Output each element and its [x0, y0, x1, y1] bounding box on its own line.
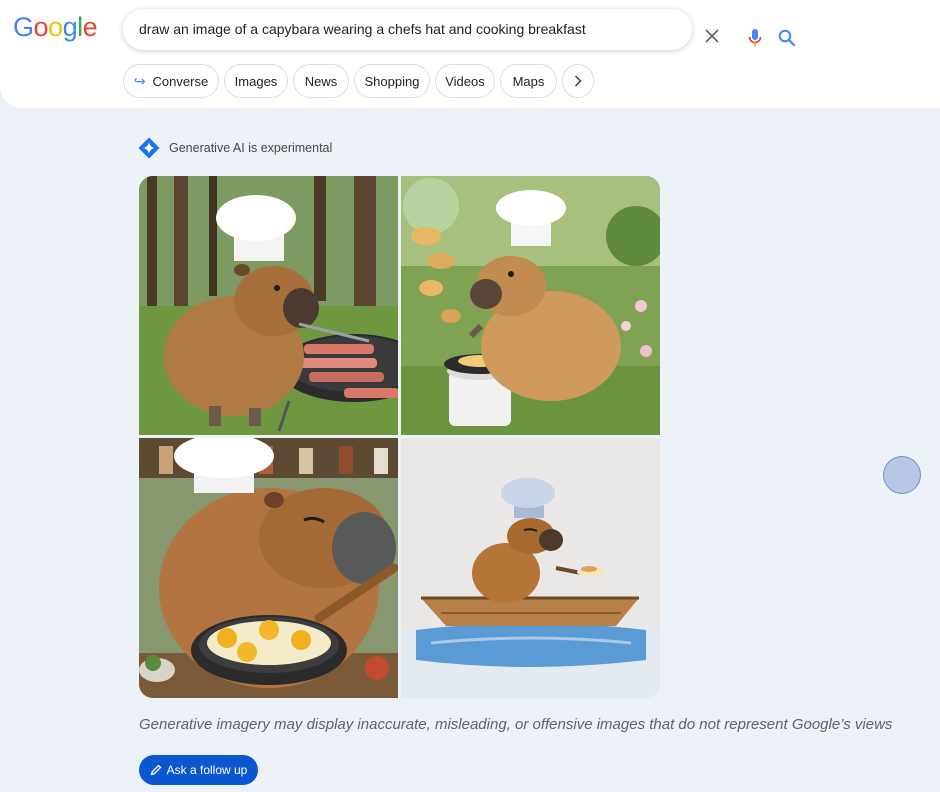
chip-converse[interactable]: ↪ Converse: [123, 64, 219, 98]
chip-videos[interactable]: Videos: [435, 64, 495, 98]
touch-cursor-indicator: [883, 456, 921, 494]
generative-ai-disclaimer: Generative imagery may display inaccurat…: [139, 716, 893, 733]
clear-search-icon[interactable]: [705, 29, 719, 43]
generated-image-3[interactable]: [139, 438, 398, 698]
search-bar[interactable]: draw an image of a capybara wearing a ch…: [123, 9, 796, 50]
search-header: Google draw an image of a capybara weari…: [0, 0, 940, 108]
chip-news[interactable]: News: [293, 64, 349, 98]
ai-experimental-label: Generative AI is experimental: [169, 141, 333, 155]
generated-image-2[interactable]: [401, 176, 660, 435]
capybara-grilling-bacon-forest-image: [139, 176, 398, 435]
ask-follow-up-button[interactable]: Ask a follow up: [139, 755, 258, 785]
microphone-icon[interactable]: [748, 28, 762, 48]
capybara-flipping-pancakes-garden-image: [401, 176, 660, 435]
chevron-right-icon: [574, 75, 582, 87]
gemini-sparkle-icon: [138, 137, 160, 159]
capybara-cooking-in-boat-image: [401, 438, 660, 698]
chip-maps[interactable]: Maps: [500, 64, 557, 98]
chip-shopping[interactable]: Shopping: [354, 64, 430, 98]
capybara-frying-eggs-kitchen-image: [139, 438, 398, 698]
search-icon[interactable]: [778, 29, 796, 47]
generated-image-1[interactable]: [139, 176, 398, 435]
google-logo[interactable]: Google: [13, 12, 98, 43]
search-input[interactable]: draw an image of a capybara wearing a ch…: [139, 21, 586, 37]
pencil-icon: [150, 764, 162, 776]
chips-next-button[interactable]: [562, 64, 594, 98]
generated-image-4[interactable]: [401, 438, 660, 698]
chip-images[interactable]: Images: [224, 64, 288, 98]
converse-arrow-icon: ↪: [133, 72, 146, 89]
generated-image-grid: [139, 176, 660, 698]
